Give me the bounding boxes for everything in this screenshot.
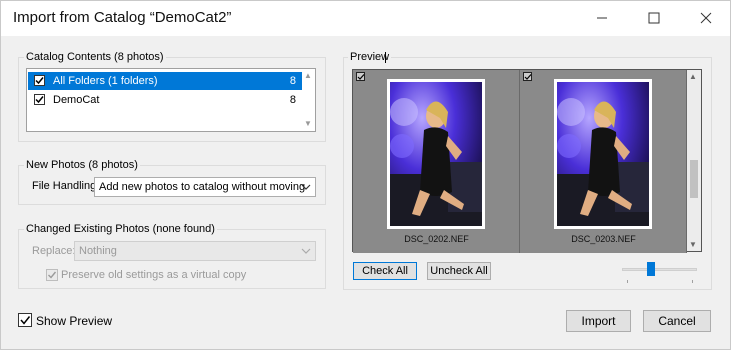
scroll-up-icon[interactable]: ▲ — [304, 71, 312, 80]
preview-scrollbar[interactable]: ▲ ▼ — [687, 70, 701, 251]
close-button[interactable] — [683, 1, 729, 35]
checkmark-icon — [35, 77, 44, 85]
photo-thumbnail — [557, 82, 649, 226]
list-item-count: 8 — [289, 75, 296, 87]
slider-tick — [627, 280, 628, 283]
check-all-button[interactable]: Check All — [353, 262, 417, 280]
all-folders-checkbox[interactable] — [34, 75, 45, 86]
scroll-down-icon[interactable]: ▼ — [304, 119, 312, 128]
new-photos-label: New Photos (8 photos) — [24, 159, 140, 171]
text-cursor — [385, 52, 386, 63]
maximize-button[interactable] — [631, 1, 677, 35]
catalog-folder-list[interactable]: All Folders (1 folders) 8 DemoCat 8 ▲ ▼ — [26, 68, 316, 132]
chevron-down-icon — [301, 184, 311, 190]
minimize-button[interactable] — [579, 1, 625, 35]
checkmark-icon — [20, 316, 31, 325]
slider-track[interactable] — [622, 268, 697, 271]
scrollbar-thumb[interactable] — [690, 160, 698, 198]
close-icon — [700, 12, 712, 24]
checkmark-icon — [524, 74, 532, 80]
file-handling-select[interactable]: Add new photos to catalog without moving — [94, 177, 316, 197]
uncheck-all-button[interactable]: Uncheck All — [427, 262, 491, 280]
show-preview-checkbox[interactable] — [18, 313, 32, 327]
photo-thumbnail — [390, 82, 482, 226]
preview-cell[interactable]: DSC_0203.NEF — [520, 70, 687, 253]
preserve-label: Preserve old settings as a virtual copy — [61, 269, 247, 281]
photo-checkbox[interactable] — [523, 72, 532, 81]
preserve-checkbox — [46, 269, 58, 281]
checkmark-icon — [35, 96, 44, 104]
list-item-all-folders[interactable]: All Folders (1 folders) 8 — [28, 72, 302, 90]
list-item-count: 8 — [289, 94, 296, 106]
portrait-photo — [390, 82, 482, 226]
window-title: Import from Catalog “DemoCat2” — [13, 9, 232, 26]
photo-checkbox[interactable] — [356, 72, 365, 81]
checkmark-icon — [48, 271, 57, 279]
preview-grid[interactable]: DSC_0202.NEF DSC_0203.NEF ▲ ▼ — [352, 69, 702, 253]
scroll-down-icon[interactable]: ▼ — [689, 240, 697, 249]
list-item-democat[interactable]: DemoCat 8 — [28, 91, 302, 109]
cancel-button[interactable]: Cancel — [643, 310, 711, 332]
preview-cell[interactable]: DSC_0202.NEF — [353, 70, 520, 253]
scroll-up-icon[interactable]: ▲ — [689, 72, 697, 81]
thumbnail-frame — [554, 79, 652, 229]
slider-thumb[interactable] — [646, 262, 655, 276]
file-handling-value: Add new photos to catalog without moving — [99, 181, 306, 193]
list-item-label: All Folders (1 folders) — [53, 75, 158, 87]
maximize-icon — [648, 12, 660, 24]
list-item-label: DemoCat — [53, 94, 100, 106]
slider-tick — [692, 280, 693, 283]
catalog-contents-label: Catalog Contents (8 photos) — [24, 51, 166, 63]
thumbnail-filename: DSC_0202.NEF — [404, 234, 469, 244]
replace-label: Replace: — [32, 245, 76, 257]
minimize-icon — [597, 17, 607, 19]
chevron-down-icon — [301, 248, 311, 254]
show-preview-label[interactable]: Show Preview — [36, 314, 112, 328]
replace-value: Nothing — [79, 245, 117, 257]
changed-photos-label: Changed Existing Photos (none found) — [24, 223, 217, 235]
list-scrollbar[interactable]: ▲ ▼ — [301, 69, 315, 131]
import-button[interactable]: Import — [566, 310, 631, 332]
checkmark-icon — [357, 74, 365, 80]
thumbnail-filename: DSC_0203.NEF — [571, 234, 636, 244]
portrait-photo — [557, 82, 649, 226]
thumbnail-frame — [387, 79, 485, 229]
title-bar: Import from Catalog “DemoCat2” — [0, 0, 731, 36]
replace-select: Nothing — [74, 241, 316, 261]
democat-checkbox[interactable] — [34, 94, 45, 105]
file-handling-label: File Handling: — [32, 180, 100, 192]
